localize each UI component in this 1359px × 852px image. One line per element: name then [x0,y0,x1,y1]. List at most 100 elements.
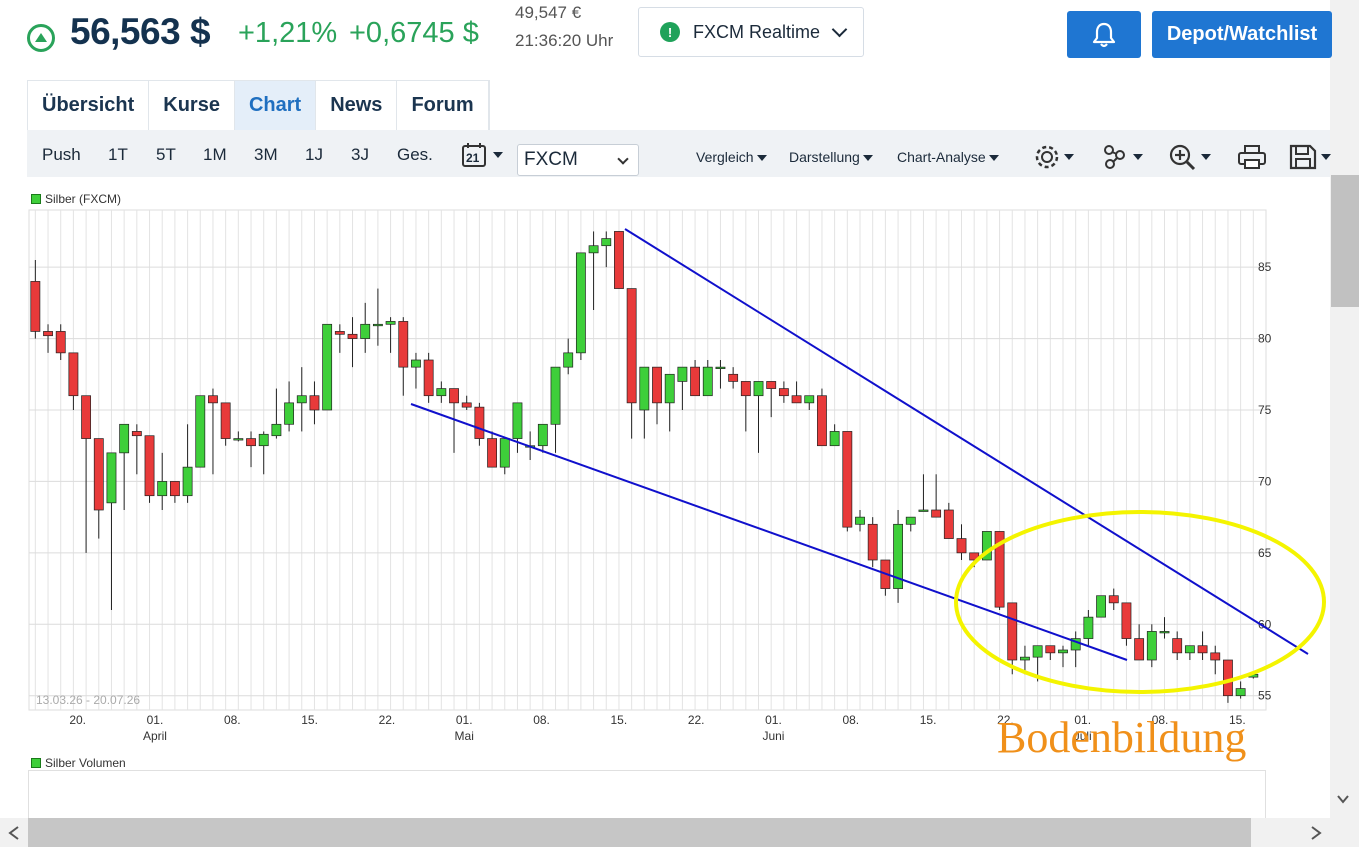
candle-body [449,388,459,404]
x-tick-label: 15. [611,713,628,727]
candle-body [195,395,206,468]
y-tick-label: 85 [1258,260,1272,274]
candle [817,388,827,447]
candle-body [943,509,954,539]
candle-body [1108,595,1119,604]
candle-body [347,333,358,339]
candle-body [68,352,79,397]
x-tick-label: 08. [842,713,859,727]
x-tick-label: 20. [69,713,86,727]
candle-body [461,402,472,408]
candle-body [1197,645,1208,654]
candle [575,252,586,360]
candle-body [1235,688,1246,697]
candle-body [258,433,269,447]
y-tick-label: 55 [1258,689,1272,703]
candle-body [728,373,739,382]
x-tick-label: 08. [224,713,241,727]
candle-body [702,366,713,397]
candle [195,395,206,468]
scroll-left-arrow[interactable] [0,818,28,847]
candle-body [1184,645,1195,654]
candle-body [766,381,777,389]
candle-body [1159,631,1170,634]
candle-body [55,331,66,354]
candle-body [829,431,840,447]
candle [423,352,434,403]
candle-body [334,331,345,335]
candle-body [360,323,371,339]
candle-body [855,516,865,525]
candle-body [563,352,574,368]
candle-body [690,366,700,397]
candle-body [905,516,916,525]
candle-body [169,481,180,497]
candle-body [322,323,333,411]
candle-body [43,331,53,337]
x-month-label: Juni [762,729,784,743]
candle-body [652,366,662,404]
horizontal-scroll-thumb[interactable] [28,818,1251,847]
candle-body [1083,616,1094,639]
candle-body [804,395,815,404]
scroll-down-arrow[interactable] [1337,792,1349,804]
candle-body [296,395,307,404]
candle-body [1121,602,1132,639]
x-tick-label: 15. [301,713,318,727]
candle-body [131,431,142,437]
candle [322,323,333,411]
vertical-scroll-thumb[interactable] [1331,175,1359,307]
scroll-right-arrow[interactable] [1302,818,1330,847]
vertical-scrollbar[interactable] [1330,0,1359,847]
candle-body [1134,638,1145,661]
x-tick-label: 01. [456,713,473,727]
candle-body [208,395,218,404]
candle-body [626,288,637,404]
candle-body [1058,649,1068,654]
candle-body [233,438,244,441]
candle-body [246,438,256,447]
x-tick-label: 08. [533,713,550,727]
candle-body [639,366,650,411]
candle-body [144,435,155,497]
candle-body [791,395,802,404]
candle-body [842,431,853,528]
candle-body [740,381,751,397]
candle-body [271,423,282,437]
candle-body [157,481,168,497]
candle [614,231,624,289]
candle-body [1096,595,1106,618]
candle-body [931,509,942,518]
x-month-label: April [143,729,167,743]
x-tick-label: 01. [765,713,782,727]
candle-body [423,359,434,397]
candle-body [106,452,117,504]
candle-body [182,466,193,497]
candle-body [867,523,878,561]
x-tick-label: 15. [920,713,937,727]
candle-body [284,402,295,425]
candle [842,431,853,532]
candle-body [588,245,599,254]
x-month-label: Mai [455,729,474,743]
candle-body [487,438,497,468]
candle-body [499,438,510,468]
candle-body [1146,631,1157,661]
candle-body [918,509,929,512]
date-range-label: 13.03.26 - 20.07.26 [36,693,140,707]
candle-body [664,373,675,404]
candle-body [220,402,231,439]
annotation-bodenbildung: Bodenbildung [997,713,1246,762]
candle-body [956,538,967,554]
candlestick-chart[interactable]: 5560657075808520. 01.April08. 15. 22. 01.Mai… [0,0,1330,818]
candle-body [474,406,485,439]
candle-body [550,366,561,425]
y-tick-label: 75 [1258,403,1272,417]
candle [1096,595,1106,618]
candle-body [411,359,421,368]
candle-body [575,252,586,354]
candle [867,517,878,568]
candle-body [385,321,396,325]
candle-body [1020,656,1030,661]
candle-body [119,423,130,454]
